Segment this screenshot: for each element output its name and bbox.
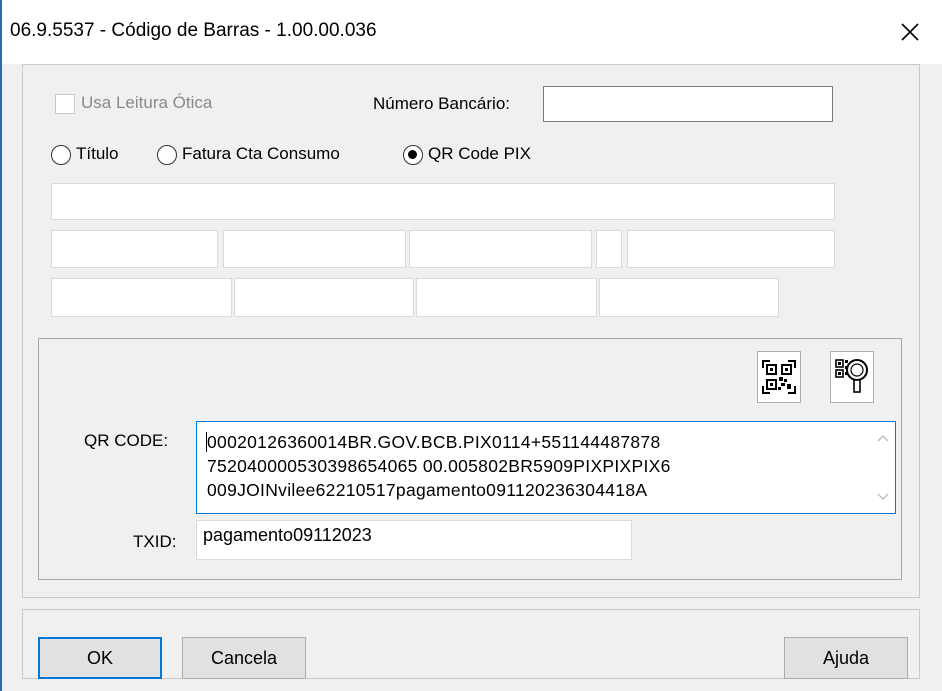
radio-fatura-cta-consumo[interactable] [157,145,177,165]
qr-code-text: 00020126360014BR.GOV.BCB.PIX0114+5511444… [207,430,857,502]
barcode-field-dv[interactable] [596,230,622,268]
barcode-field-full[interactable] [51,183,835,220]
close-icon [901,23,919,41]
qr-code-line-3: 009JOINvilee62210517pagamento09112023630… [207,480,648,500]
barcode-field-9[interactable] [599,278,779,317]
barcode-field-3[interactable] [409,230,592,268]
title-bar: 06.9.5537 - Código de Barras - 1.00.00.0… [2,0,942,64]
qr-code-label: QR CODE: [84,431,169,450]
radio-selected-dot [408,150,417,159]
barcode-field-7[interactable] [234,278,414,317]
cancela-button[interactable]: Cancela [182,637,306,679]
radio-titulo-label: Título [76,144,119,163]
qr-code-line-2: 752040000530398654065 00.005802BR5909PIX… [207,456,671,476]
txid-input[interactable]: pagamento09112023 [196,520,632,560]
scroll-down-icon[interactable] [871,487,895,507]
radio-qr-code-pix-label: QR Code PIX [428,144,531,163]
radio-qr-code-pix[interactable] [403,145,423,165]
qr-code-textarea[interactable]: 00020126360014BR.GOV.BCB.PIX0114+5511444… [196,421,896,514]
ajuda-button[interactable]: Ajuda [784,637,908,679]
radio-fatura-label: Fatura Cta Consumo [182,144,340,163]
qr-scan-button[interactable] [757,351,801,403]
barcode-field-6[interactable] [51,278,232,317]
numero-bancario-input[interactable] [543,86,833,122]
window-title: 06.9.5537 - Código de Barras - 1.00.00.0… [10,20,377,41]
numero-bancario-label: Número Bancário: [373,94,511,113]
txid-label: TXID: [133,532,177,551]
qr-scan-icon [762,360,796,394]
barcode-field-5[interactable] [627,230,835,268]
usa-leitura-otica-checkbox[interactable] [55,94,75,114]
usa-leitura-otica-label: Usa Leitura Ótica [81,93,213,112]
close-button[interactable] [890,12,930,52]
qr-search-icon [835,359,868,393]
barcode-field-2[interactable] [223,230,406,268]
barcode-field-8[interactable] [416,278,597,317]
radio-titulo[interactable] [51,145,71,165]
barcode-field-1[interactable] [51,230,218,268]
qr-search-button[interactable] [830,351,874,403]
qr-code-scrollbar[interactable] [871,422,895,513]
ok-button[interactable]: OK [38,637,162,679]
qr-code-line-1: 00020126360014BR.GOV.BCB.PIX0114+5511444… [207,432,661,452]
scroll-up-icon[interactable] [871,428,895,448]
